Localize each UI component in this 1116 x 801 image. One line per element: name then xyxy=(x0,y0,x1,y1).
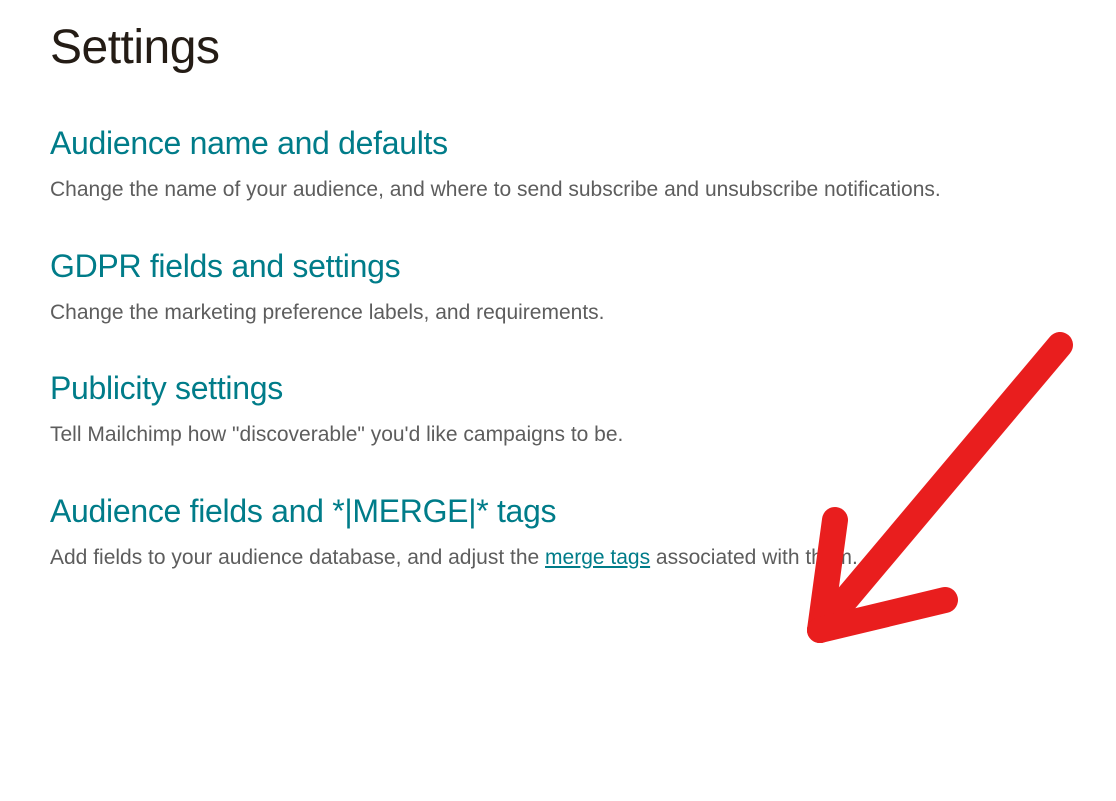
description-audience-name-defaults: Change the name of your audience, and wh… xyxy=(50,174,1066,206)
setting-section-merge-tags: Audience fields and *|MERGE|* tags Add f… xyxy=(50,493,1066,574)
link-audience-name-defaults[interactable]: Audience name and defaults xyxy=(50,125,448,162)
description-audience-fields-merge-tags: Add fields to your audience database, an… xyxy=(50,542,1066,574)
page-title: Settings xyxy=(50,20,1066,75)
setting-section-publicity: Publicity settings Tell Mailchimp how "d… xyxy=(50,370,1066,451)
setting-section-gdpr: GDPR fields and settings Change the mark… xyxy=(50,248,1066,329)
link-audience-fields-merge-tags[interactable]: Audience fields and *|MERGE|* tags xyxy=(50,493,556,530)
link-publicity-settings[interactable]: Publicity settings xyxy=(50,370,283,407)
link-merge-tags-inline[interactable]: merge tags xyxy=(545,546,650,569)
description-pre-text: Add fields to your audience database, an… xyxy=(50,546,545,569)
description-gdpr-fields-settings: Change the marketing preference labels, … xyxy=(50,297,1066,329)
setting-section-audience-name: Audience name and defaults Change the na… xyxy=(50,125,1066,206)
link-gdpr-fields-settings[interactable]: GDPR fields and settings xyxy=(50,248,400,285)
description-post-text: associated with them. xyxy=(650,546,858,569)
description-publicity-settings: Tell Mailchimp how "discoverable" you'd … xyxy=(50,419,1066,451)
